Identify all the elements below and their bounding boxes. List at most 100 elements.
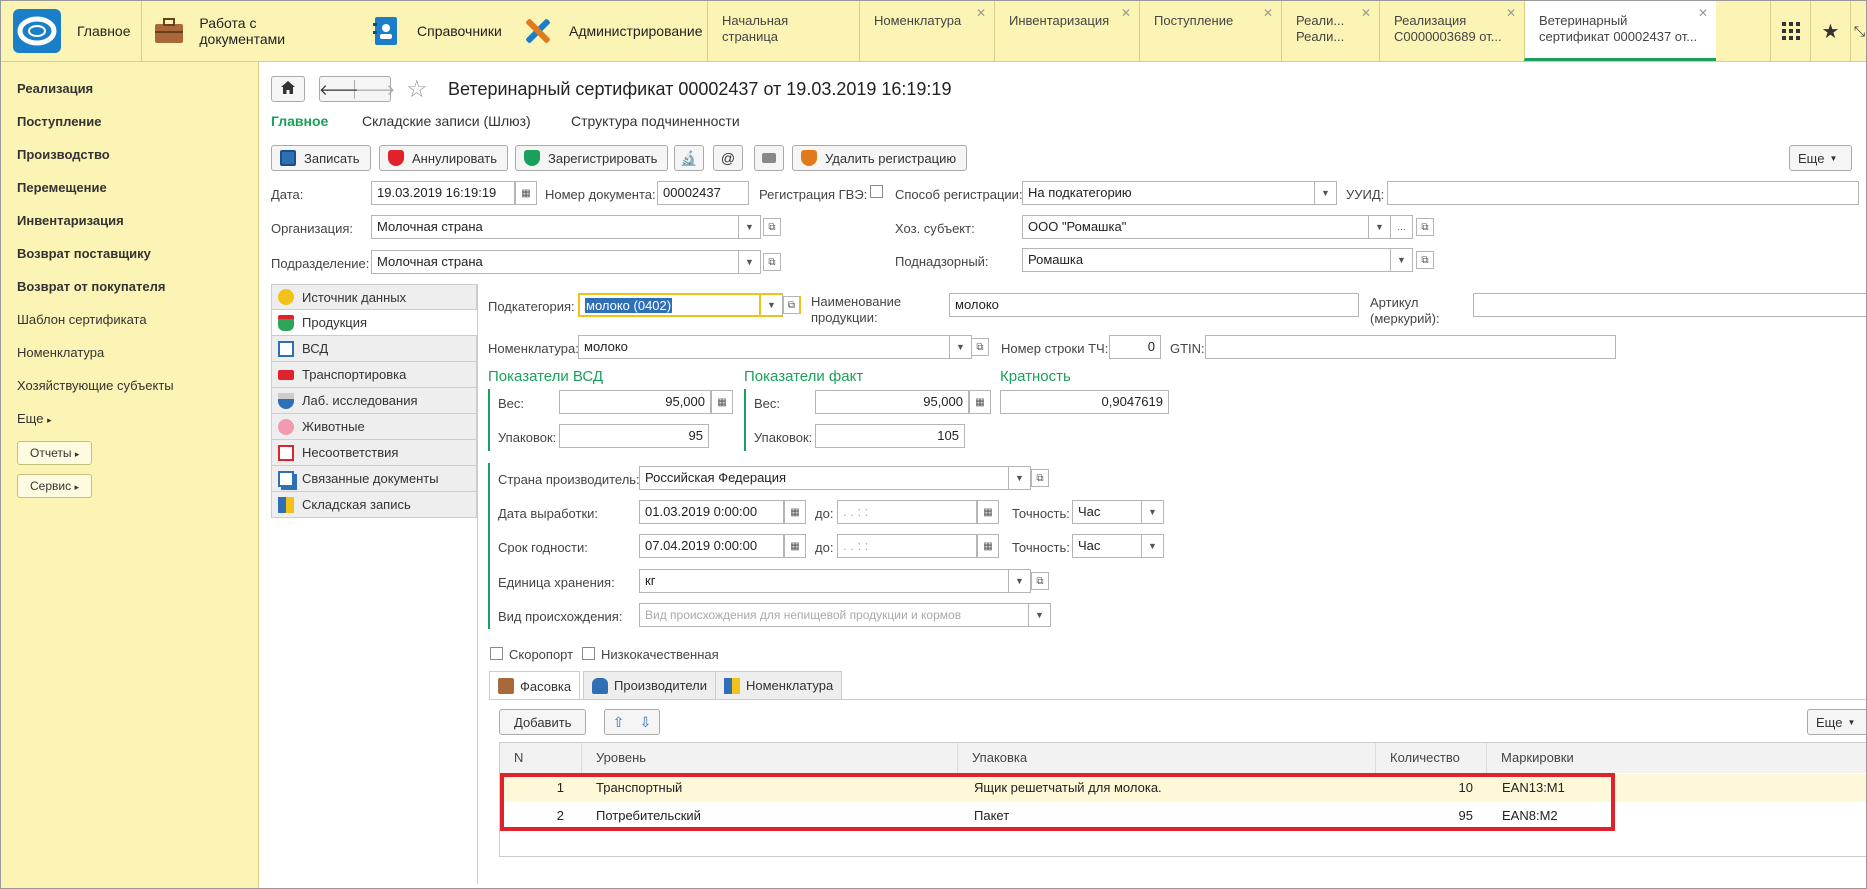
- annul-button[interactable]: Аннулировать: [379, 145, 508, 171]
- nav-item-transport[interactable]: Транспортировка: [271, 362, 477, 388]
- sidebar-item-production[interactable]: Производство: [17, 147, 110, 162]
- open-icon[interactable]: ⧉: [971, 338, 989, 356]
- gtin-field[interactable]: [1205, 335, 1616, 359]
- sidebar-item-receipt[interactable]: Поступление: [17, 114, 102, 129]
- email-button[interactable]: @: [713, 145, 743, 171]
- dropdown-icon[interactable]: ▼: [1142, 500, 1164, 524]
- fact-weight-field[interactable]: 95,000: [815, 390, 969, 414]
- section-documents[interactable]: Работа с документами: [153, 1, 339, 61]
- date-field[interactable]: 19.03.2019 16:19:19: [371, 181, 515, 205]
- dropdown-icon[interactable]: ▼: [950, 335, 972, 359]
- prod-date-to-field[interactable]: . . : :: [837, 500, 977, 524]
- tab-receipt[interactable]: Поступление ✕: [1139, 1, 1281, 61]
- dropdown-icon[interactable]: ▼: [1029, 603, 1051, 627]
- exp-date-field[interactable]: 07.04.2019 0:00:00: [639, 534, 784, 558]
- add-button[interactable]: Добавить: [499, 709, 587, 735]
- sidebar-item-sales[interactable]: Реализация: [17, 81, 93, 96]
- prod-accuracy-field[interactable]: Час: [1072, 500, 1142, 524]
- close-icon[interactable]: ✕: [1506, 5, 1516, 21]
- sidebar-more[interactable]: Еще ▸: [17, 411, 52, 426]
- hoz-field[interactable]: ООО "Ромашка": [1022, 215, 1369, 239]
- dropdown-icon[interactable]: ▼: [761, 293, 783, 317]
- table-more-button[interactable]: Еще ▼: [1807, 709, 1866, 735]
- open-icon[interactable]: ⧉: [1416, 218, 1434, 236]
- star-icon[interactable]: ★: [1810, 1, 1850, 61]
- nav-item-related-docs[interactable]: Связанные документы: [271, 466, 477, 492]
- tab-start-page[interactable]: Начальная страница: [707, 1, 859, 61]
- exp-date-to-field[interactable]: . . : :: [837, 534, 977, 558]
- rownum-field[interactable]: 0: [1109, 335, 1161, 359]
- vsd-packs-field[interactable]: 95: [559, 424, 709, 448]
- tab-vet-certificate[interactable]: Ветеринарный сертификат 00002437 от... ✕: [1524, 1, 1716, 61]
- service-button[interactable]: Сервис ▸: [17, 474, 92, 498]
- article-field[interactable]: [1473, 293, 1866, 317]
- calendar-icon[interactable]: ▦: [977, 500, 999, 524]
- subcat-field[interactable]: молоко (0402): [578, 293, 761, 317]
- tab-nomenclature-bottom[interactable]: Номенклатура: [715, 671, 843, 699]
- docnum-field[interactable]: 00002437: [657, 181, 749, 205]
- subtab-structure[interactable]: Структура подчиненности: [571, 113, 740, 129]
- sidebar-item-return-customer[interactable]: Возврат от покупателя: [17, 279, 165, 294]
- dropdown-icon[interactable]: ▼: [1391, 248, 1413, 272]
- vsd-weight-field[interactable]: 95,000: [559, 390, 711, 414]
- tab-producers[interactable]: Производители: [583, 671, 717, 699]
- division-field[interactable]: Молочная страна: [371, 250, 739, 274]
- regmode-field[interactable]: На подкатегорию: [1022, 181, 1315, 205]
- sidebar-item-transfer[interactable]: Перемещение: [17, 180, 107, 195]
- perishable-checkbox[interactable]: [490, 647, 503, 660]
- section-main[interactable]: Главное: [77, 1, 131, 61]
- sidebar-item-cert-template[interactable]: Шаблон сертификата: [17, 312, 147, 327]
- tab-nomenclature[interactable]: Номенклатура ✕: [859, 1, 994, 61]
- prodname-field[interactable]: молоко: [949, 293, 1359, 317]
- nav-item-warehouse-record[interactable]: Складская запись: [271, 492, 477, 518]
- register-button[interactable]: Зарегистрировать: [515, 145, 669, 171]
- dropdown-icon[interactable]: ▼: [739, 215, 761, 239]
- back-arrow-icon[interactable]: 🡐: [319, 79, 359, 99]
- open-icon[interactable]: ⧉: [1031, 572, 1049, 590]
- calendar-icon[interactable]: ▦: [515, 181, 537, 205]
- column-header-marks[interactable]: Маркировки: [1487, 743, 1866, 773]
- move-up-icon[interactable]: ⇧: [613, 714, 625, 731]
- tab-inventory[interactable]: Инвентаризация ✕: [994, 1, 1139, 61]
- lowquality-checkbox[interactable]: [582, 647, 595, 660]
- close-icon[interactable]: ✕: [1263, 5, 1273, 21]
- more-button[interactable]: Еще ▼: [1789, 145, 1852, 171]
- reports-button[interactable]: Отчеты ▸: [17, 441, 93, 465]
- nav-item-animals[interactable]: Животные: [271, 414, 477, 440]
- close-icon[interactable]: ✕: [1121, 5, 1131, 21]
- microscope-button[interactable]: 🔬: [674, 145, 704, 171]
- sidebar-item-inventory[interactable]: Инвентаризация: [17, 213, 124, 228]
- section-references[interactable]: Справочники: [369, 1, 502, 61]
- app-logo[interactable]: [13, 9, 61, 53]
- subtab-main[interactable]: Главное: [271, 113, 328, 129]
- nav-item-data-source[interactable]: Источник данных: [271, 284, 477, 310]
- calculator-icon[interactable]: ▦: [969, 390, 991, 414]
- calendar-icon[interactable]: ▦: [977, 534, 999, 558]
- resize-icon[interactable]: ⤡: [1850, 1, 1866, 61]
- column-header-level[interactable]: Уровень: [582, 743, 958, 773]
- nav-item-lab[interactable]: Лаб. исследования: [271, 388, 477, 414]
- section-admin[interactable]: Администрирование: [521, 1, 703, 61]
- dropdown-icon[interactable]: ▼: [1315, 181, 1337, 205]
- exp-accuracy-field[interactable]: Час: [1072, 534, 1142, 558]
- multiplicity-field[interactable]: 0,9047619: [1000, 390, 1169, 414]
- nav-item-nonconformities[interactable]: Несоответствия: [271, 440, 477, 466]
- move-down-icon[interactable]: ⇩: [640, 714, 652, 731]
- unit-field[interactable]: кг: [639, 569, 1009, 593]
- save-button[interactable]: Записать: [271, 145, 371, 171]
- calculator-icon[interactable]: ▦: [711, 390, 733, 414]
- prod-date-field[interactable]: 01.03.2019 0:00:00: [639, 500, 784, 524]
- open-icon[interactable]: ⧉: [763, 218, 781, 236]
- forward-arrow-icon[interactable]: 🡒: [355, 80, 395, 99]
- tab-sales-1[interactable]: Реали... Реали... ✕: [1281, 1, 1379, 61]
- nav-item-vsd[interactable]: ВСД: [271, 336, 477, 362]
- uuid-field[interactable]: [1387, 181, 1859, 205]
- close-icon[interactable]: ✕: [1361, 5, 1371, 21]
- subtab-warehouse-records[interactable]: Складские записи (Шлюз): [362, 113, 531, 129]
- sidebar-item-return-supplier[interactable]: Возврат поставщику: [17, 246, 151, 261]
- delete-registration-button[interactable]: Удалить регистрацию: [792, 145, 968, 171]
- open-icon[interactable]: ⧉: [763, 253, 781, 271]
- nomenclature-field[interactable]: молоко: [578, 335, 950, 359]
- open-icon[interactable]: ⧉: [1031, 469, 1049, 487]
- open-icon[interactable]: ⧉: [783, 296, 801, 314]
